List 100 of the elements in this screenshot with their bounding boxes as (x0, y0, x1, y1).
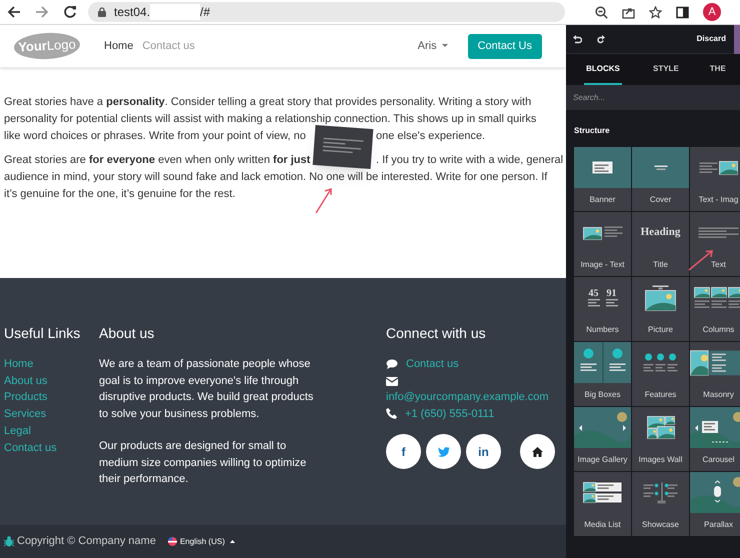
paragraph-text: . If you try to write with a wide, general (376, 153, 564, 168)
paragraph-text: audience in mind, your story will sound fake and lack emotion. No one will be interested. Write for one person. If (4, 170, 548, 185)
twitter-button[interactable] (426, 434, 461, 469)
url-text: /# (200, 4, 210, 21)
columns-layout-icon (694, 286, 740, 308)
paragraph-text: like word choices or phrases. Write from your point of view, no (4, 130, 306, 142)
address-bar[interactable]: test04. /# (88, 2, 565, 22)
discard-button[interactable]: Discard (696, 33, 726, 45)
block-label: Columns (702, 324, 734, 336)
block-label: Picture (648, 324, 673, 336)
number-sample: 91 (606, 288, 616, 299)
picture-layout-icon (645, 284, 676, 310)
block-label: Images Wall (638, 454, 682, 466)
email-link[interactable]: info@yourcompany.example.com (386, 389, 566, 406)
home-icon (532, 446, 543, 456)
block-label: Media List (584, 519, 621, 531)
pointer-arrow (314, 186, 334, 214)
block-tile[interactable]: Text - Imag (690, 147, 740, 211)
section-heading: Structure (574, 125, 611, 137)
user-menu[interactable]: Aris (418, 38, 448, 54)
flag-icon (168, 537, 177, 546)
language-selector[interactable]: English (US) (168, 536, 235, 548)
block-label: Carousel (702, 454, 734, 466)
block-tile[interactable]: 45 91 Numbers (574, 277, 631, 341)
facebook-button[interactable]: f (386, 434, 421, 469)
mail-icon (386, 376, 398, 386)
bug-icon (4, 536, 14, 547)
footer-heading: Useful Links (4, 324, 82, 343)
block-tile[interactable]: Banner (574, 147, 631, 211)
block-tile[interactable]: Image - Text (574, 212, 631, 276)
block-tile[interactable]: Media List (574, 472, 631, 536)
block-tile[interactable]: Cover (632, 147, 689, 211)
linkedin-button[interactable]: in (466, 434, 501, 469)
footer-link[interactable]: Products (4, 389, 95, 406)
footer-link[interactable]: Legal (4, 422, 95, 440)
big-boxes-layout-icon (580, 342, 626, 384)
lines-icon (588, 299, 600, 307)
media-list-layout-icon (583, 482, 622, 503)
block-label: Text - Imag (698, 194, 738, 206)
reload-icon[interactable] (63, 5, 77, 19)
block-tile[interactable]: Images Wall (632, 407, 689, 471)
footer-link[interactable]: Services (4, 406, 95, 423)
star-icon[interactable] (649, 6, 662, 18)
block-label: Image Gallery (578, 454, 628, 466)
block-label: Parallax (704, 519, 733, 531)
showcase-layout-icon (643, 482, 678, 504)
block-label: Banner (590, 194, 616, 206)
footer-heading: About us (99, 324, 156, 343)
phone-link[interactable]: +1 (650) 555-0111 (405, 406, 494, 422)
text-image-layout-icon (699, 160, 738, 174)
footer-link[interactable]: Home (4, 356, 95, 373)
block-label: Image - Text (580, 259, 624, 271)
home-button[interactable] (520, 434, 555, 469)
block-tile[interactable]: Features (632, 342, 689, 406)
number-sample: 45 (588, 288, 598, 299)
editor-tab[interactable]: THE (710, 54, 726, 85)
block-tile[interactable]: Text (690, 212, 740, 276)
block-label: Masonry (703, 389, 734, 401)
paragraph-text: it’s genuine for the one, it’s genuine for the rest. (4, 187, 236, 202)
forward-icon[interactable] (35, 5, 49, 19)
masonry-layout-icon (690, 350, 740, 376)
block-label: Features (644, 389, 676, 401)
dragged-block-preview[interactable] (312, 125, 374, 169)
editor-tab[interactable]: STYLE (653, 54, 679, 85)
back-icon[interactable] (7, 5, 21, 19)
about-text: We are a team of passionate people whose goal is to improve everyone's life through disruptive products. We build great products to solve your business problems. (99, 357, 314, 422)
block-tile[interactable]: Picture (632, 277, 689, 341)
undo-icon[interactable] (573, 34, 582, 44)
avatar[interactable]: A (703, 3, 721, 21)
block-tile[interactable]: Columns (690, 277, 740, 341)
about-text: Our products are designed for small to medium size companies willing to optimize their performance. (99, 439, 308, 487)
url-text: test04. (114, 4, 150, 21)
lock-icon (98, 7, 106, 17)
footer-link[interactable]: Contact us (4, 440, 95, 456)
contact-link[interactable]: Contact us (406, 356, 459, 372)
share-icon[interactable] (622, 6, 635, 18)
zoom-icon[interactable] (595, 6, 608, 18)
nav-link[interactable]: Home (104, 38, 134, 54)
block-label: Big Boxes (584, 389, 621, 401)
lines-icon (606, 299, 618, 307)
features-layout-icon (643, 353, 678, 372)
heading-sample: Heading (640, 225, 680, 240)
paragraph-text: Great stories have a personality. Consider telling a great story that provides personality. Writing a story with (4, 95, 532, 110)
block-tile[interactable]: Big Boxes (574, 342, 631, 406)
image-text-layout-icon (582, 226, 622, 240)
block-label: Text (711, 259, 726, 271)
paragraph-text: personality for potential clients will assist with making a relationship connection. This shows up in small quirks (4, 112, 536, 127)
footer-heading: Connect with us (386, 324, 487, 343)
paragraph-text: Great stories are for everyone even when only written for just (4, 154, 310, 166)
block-label: Cover (650, 194, 672, 206)
footer-link[interactable]: About us (4, 372, 95, 390)
search-field[interactable]: Search... (566, 85, 740, 110)
block-tile[interactable]: Masonry (690, 342, 740, 406)
redo-icon[interactable] (596, 34, 605, 44)
block-tile[interactable]: Heading Title (632, 212, 689, 276)
block-tile[interactable]: Showcase (632, 472, 689, 536)
images-wall-layout-icon (646, 416, 674, 439)
cover-layout-icon (654, 164, 668, 170)
sidebar-icon[interactable] (676, 6, 689, 18)
block-label: Numbers (586, 324, 619, 336)
